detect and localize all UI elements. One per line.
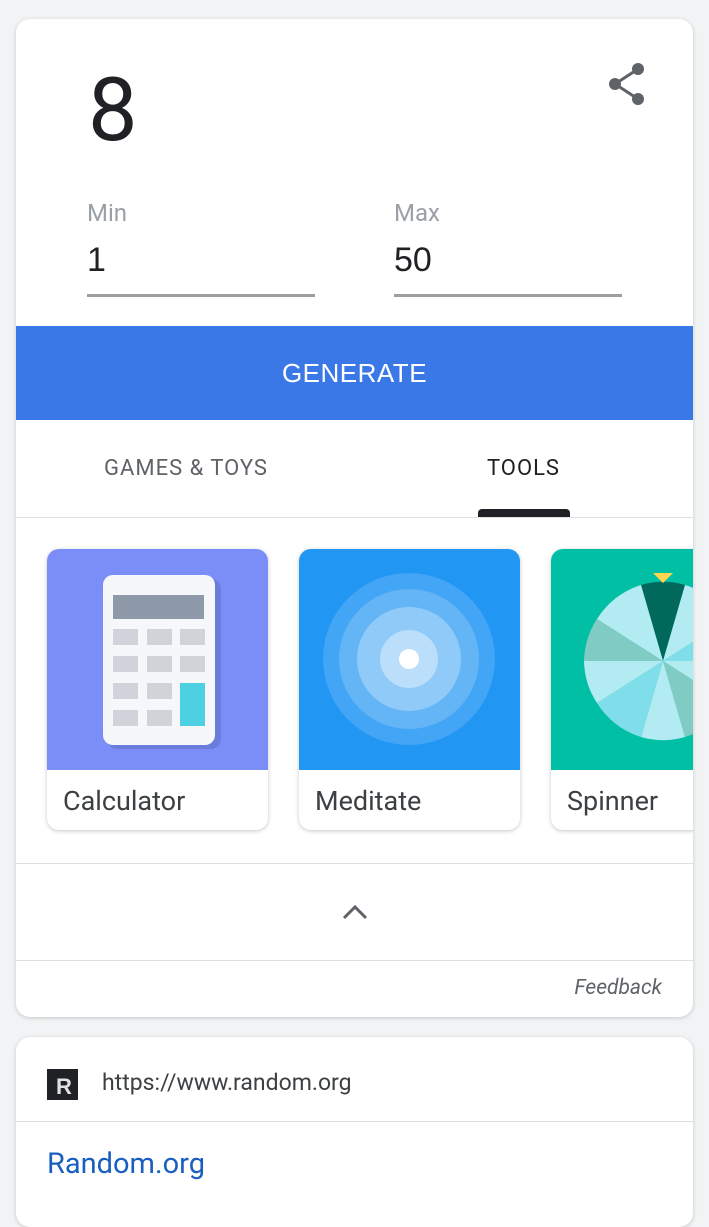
min-field: Min (87, 199, 315, 297)
divider (16, 1121, 693, 1122)
tab-bar: GAMES & TOYS TOOLS (16, 420, 693, 518)
collapse-button[interactable] (16, 864, 693, 961)
max-input[interactable] (394, 241, 622, 297)
random-number-generator-card: 8 Min Max GENERATE GAMES & TOYS TOOLS (16, 19, 693, 1017)
meditate-icon (299, 549, 520, 770)
result-number: 8 (88, 59, 138, 162)
random-org-favicon-icon: R (47, 1069, 78, 1100)
active-tab-indicator (478, 509, 570, 517)
generate-button[interactable]: GENERATE (16, 326, 693, 420)
max-field: Max (394, 199, 622, 297)
min-label: Min (87, 199, 128, 227)
min-input[interactable] (87, 241, 315, 297)
svg-text:R: R (56, 1074, 72, 1099)
tools-carousel[interactable]: Calculator Meditate Spinner (16, 518, 693, 864)
tab-games-and-toys[interactable]: GAMES & TOYS (71, 420, 301, 517)
tool-label-meditate: Meditate (315, 785, 422, 817)
share-icon[interactable] (606, 61, 648, 107)
calculator-icon (47, 549, 268, 770)
tool-card-meditate[interactable]: Meditate (299, 549, 520, 830)
feedback-link[interactable]: Feedback (574, 976, 662, 1000)
chevron-up-icon (342, 904, 367, 920)
tool-label-spinner: Spinner (567, 785, 659, 817)
result-url: https://www.random.org (102, 1069, 352, 1096)
tool-card-spinner[interactable]: Spinner (551, 549, 693, 830)
tool-card-calculator[interactable]: Calculator (47, 549, 268, 830)
tool-label-calculator: Calculator (63, 785, 186, 817)
max-label: Max (394, 199, 440, 227)
result-title-link[interactable]: Random.org (47, 1147, 205, 1181)
search-result-card: R https://www.random.org Random.org (16, 1037, 693, 1227)
spinner-wheel-icon (551, 549, 693, 770)
tab-tools[interactable]: TOOLS (436, 420, 611, 517)
